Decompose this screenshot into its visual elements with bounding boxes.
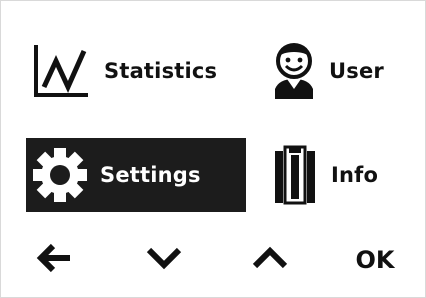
- info-device-icon: [273, 143, 317, 207]
- menu-item-label-statistics: Statistics: [104, 59, 218, 83]
- menu-item-statistics[interactable]: Statistics: [26, 35, 236, 107]
- chevron-down-icon: [146, 246, 182, 274]
- ok-label: OK: [355, 246, 395, 274]
- menu-item-label-user: User: [329, 59, 384, 83]
- chevron-up-icon: [252, 246, 288, 274]
- line-chart-icon: [30, 41, 90, 101]
- menu-item-user[interactable]: User: [267, 35, 417, 107]
- user-icon: [271, 41, 317, 101]
- menu-item-label-info: Info: [331, 163, 379, 187]
- arrow-left-icon: [36, 243, 72, 277]
- menu-item-label-settings: Settings: [100, 163, 201, 187]
- up-button[interactable]: [247, 237, 293, 283]
- menu-item-settings[interactable]: Settings: [26, 138, 246, 212]
- device-screen: Statistics User Settings Info OK: [0, 0, 426, 298]
- menu-item-info[interactable]: Info: [267, 138, 417, 212]
- back-button[interactable]: [31, 237, 77, 283]
- gear-icon: [32, 147, 88, 203]
- down-button[interactable]: [141, 237, 187, 283]
- ok-button[interactable]: OK: [347, 237, 403, 283]
